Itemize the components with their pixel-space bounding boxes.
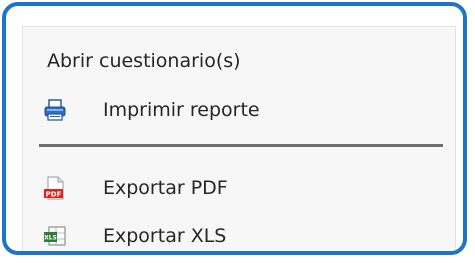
highlight-frame: Abrir cuestionario(s) Imprimir reporte P… xyxy=(2,2,467,255)
menu-item-open-questionnaires[interactable]: Abrir cuestionario(s) xyxy=(23,39,455,83)
menu-item-label: Abrir cuestionario(s) xyxy=(47,49,241,72)
pdf-file-icon: PDF xyxy=(43,176,67,200)
context-menu: Abrir cuestionario(s) Imprimir reporte P… xyxy=(22,26,456,251)
menu-item-export-pdf[interactable]: PDF Exportar PDF xyxy=(23,166,455,210)
xls-icon-text: XLS xyxy=(44,235,57,242)
printer-icon xyxy=(43,98,67,122)
menu-item-print-report[interactable]: Imprimir reporte xyxy=(23,88,455,132)
menu-item-label: Exportar PDF xyxy=(103,176,228,199)
menu-item-export-xls[interactable]: XLS Exportar XLS xyxy=(23,214,455,251)
menu-divider xyxy=(39,144,443,147)
menu-item-label: Exportar XLS xyxy=(103,224,227,247)
xls-file-icon: XLS xyxy=(43,224,67,248)
menu-item-label: Imprimir reporte xyxy=(103,98,260,121)
pdf-icon-text: PDF xyxy=(46,191,62,199)
